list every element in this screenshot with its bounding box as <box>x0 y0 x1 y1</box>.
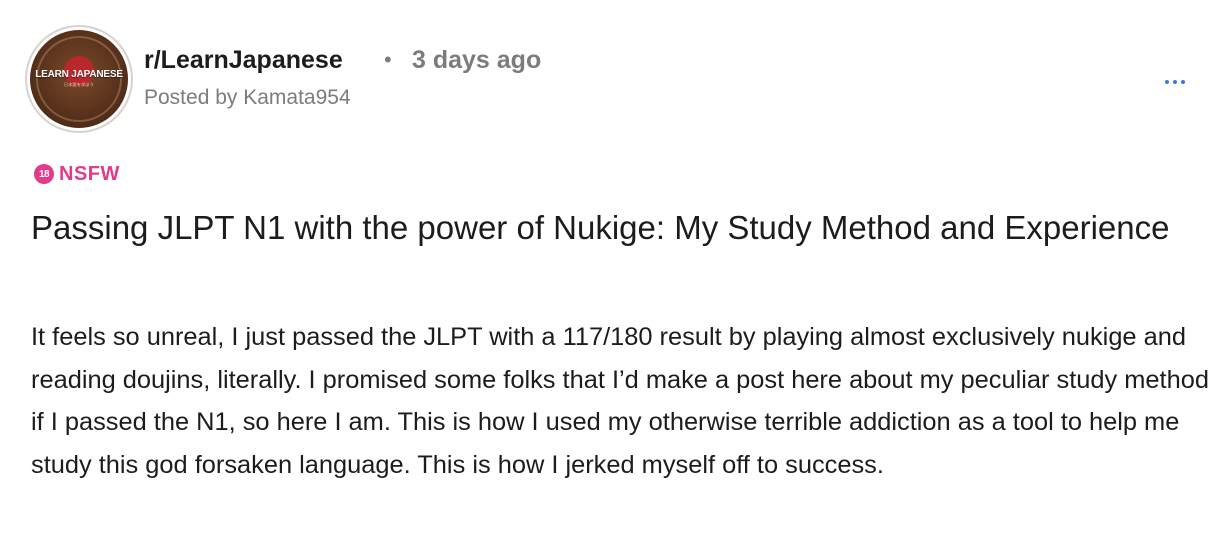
subreddit-name-link[interactable]: r/LearnJapanese <box>144 44 343 76</box>
avatar-logo-subtext: 日本語を学ぼう <box>63 82 95 87</box>
meta-separator: • <box>384 47 392 72</box>
ellipsis-icon-dot <box>1181 80 1185 84</box>
ellipsis-icon-dot <box>1173 80 1177 84</box>
posted-by-author[interactable]: Posted by Kamata954 <box>144 84 351 112</box>
nsfw-label: NSFW <box>59 163 120 185</box>
ellipsis-icon <box>1165 80 1169 84</box>
post-title[interactable]: Passing JLPT N1 with the power of Nukige… <box>31 204 1201 251</box>
more-options-button[interactable] <box>1160 70 1190 94</box>
post-card: LEARN JAPANESE 日本語を学ぼう r/LearnJapanese •… <box>0 0 1224 546</box>
age-18-icon: 18 <box>34 164 54 184</box>
nsfw-badge: 18 NSFW <box>34 162 120 186</box>
avatar-logo-text: LEARN JAPANESE <box>35 69 123 80</box>
post-timestamp: 3 days ago <box>412 46 542 74</box>
subreddit-avatar[interactable]: LEARN JAPANESE 日本語を学ぼう <box>30 30 128 128</box>
post-body-text: It feels so unreal, I just passed the JL… <box>31 323 1209 479</box>
